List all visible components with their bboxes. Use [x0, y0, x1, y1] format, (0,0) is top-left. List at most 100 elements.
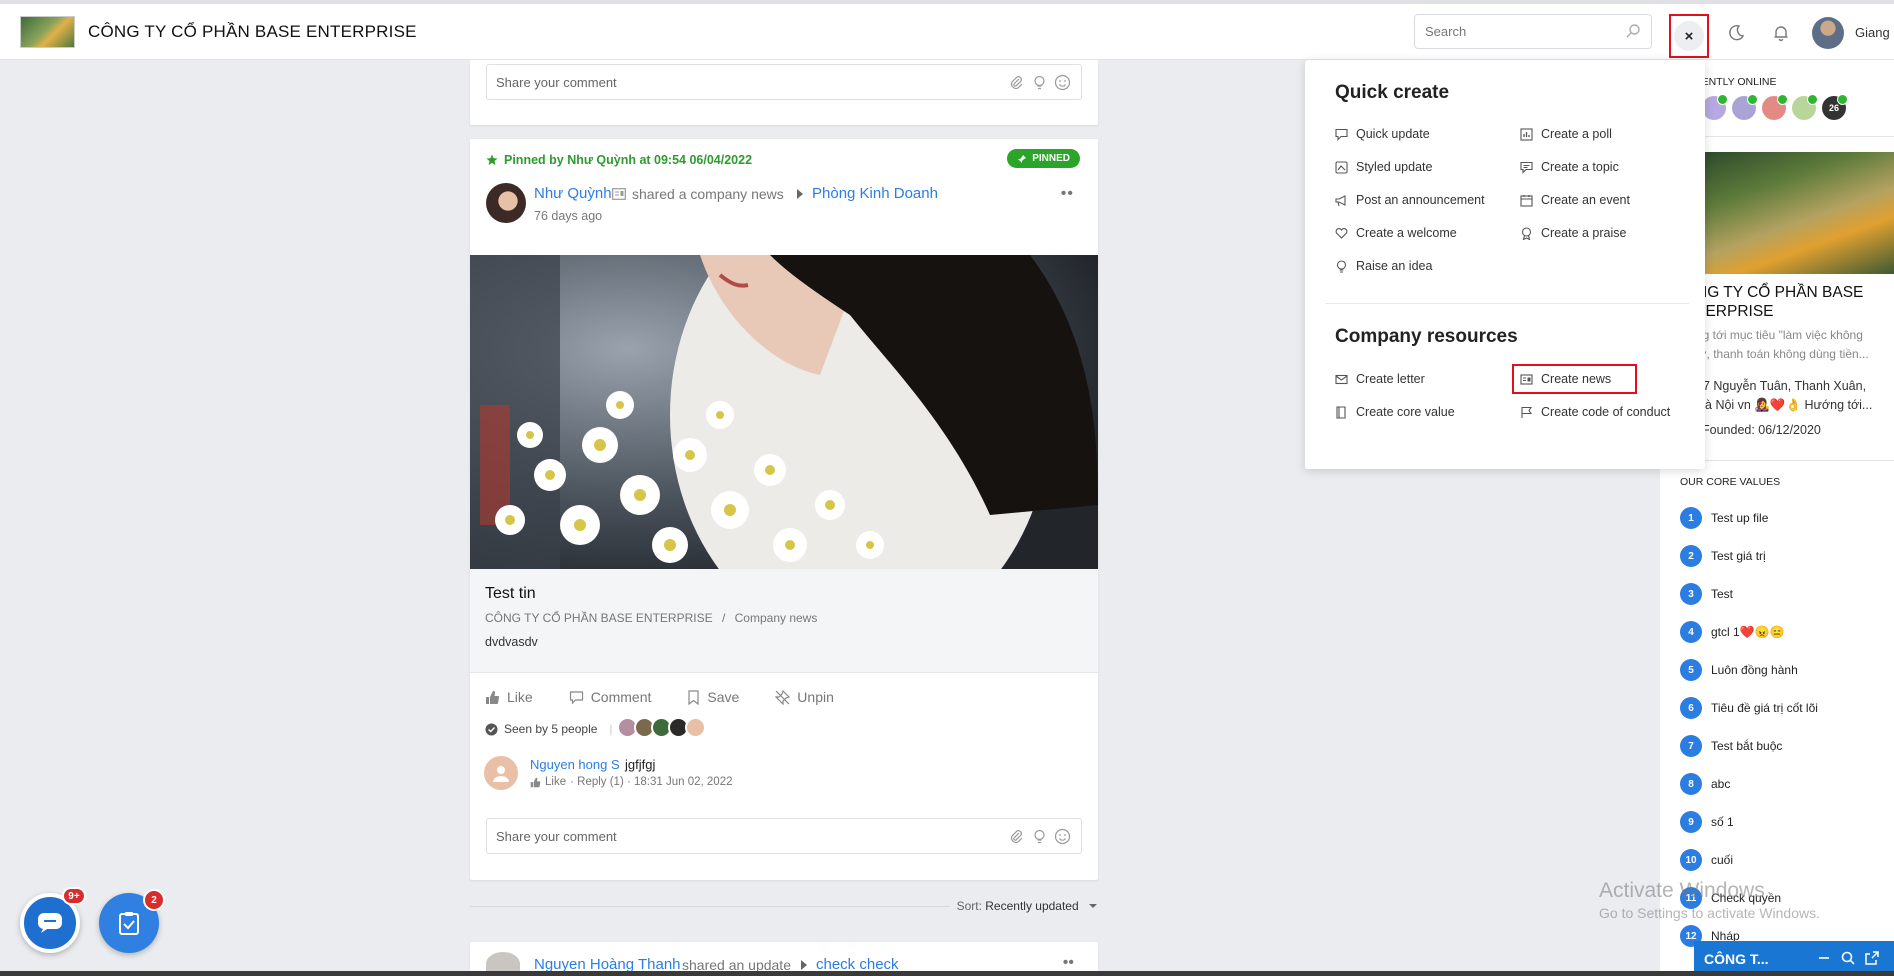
avatar[interactable] — [1732, 94, 1758, 120]
core-value-label: Test — [1711, 587, 1734, 601]
attachment-icon[interactable] — [1008, 828, 1025, 845]
comment-text: jgfjfgj — [625, 757, 656, 772]
comment-like-button[interactable]: Like — [545, 776, 566, 788]
core-value-item[interactable]: 6 Tiêu đề giá trị cốt lõi — [1680, 696, 1818, 720]
tasks-badge: 2 — [143, 889, 165, 911]
comment-input[interactable]: Share your comment — [486, 64, 1082, 100]
like-button[interactable]: Like — [485, 689, 533, 705]
unpin-button[interactable]: Unpin — [775, 689, 834, 705]
post-author[interactable]: Như Quỳnh — [534, 185, 612, 202]
core-value-item[interactable]: 3 Test — [1680, 582, 1733, 606]
quick-update-item[interactable]: Quick update — [1335, 125, 1430, 143]
seen-by[interactable]: Seen by 5 people | — [485, 722, 613, 736]
commenter-avatar[interactable] — [484, 756, 518, 790]
post-action-text: shared a company news — [632, 186, 784, 202]
sort-dropdown[interactable]: Sort: Recently updated — [957, 899, 1098, 913]
post-target-group[interactable]: Phòng Kinh Doanh — [812, 185, 938, 202]
like-label: Like — [507, 689, 533, 705]
avatar[interactable] — [685, 717, 706, 738]
chat-bar-title[interactable]: CÔNG T... — [1704, 951, 1769, 967]
core-value-label: Test bắt buộc — [1711, 739, 1783, 753]
search-icon[interactable] — [1625, 23, 1641, 39]
create-poll-label: Create a poll — [1541, 127, 1612, 141]
clipboard-check-icon — [119, 912, 139, 935]
company-cover-image[interactable] — [1702, 152, 1894, 274]
windows-watermark-subtitle: Go to Settings to activate Windows. — [1599, 905, 1820, 921]
comment-label: Comment — [590, 689, 652, 705]
user-avatar[interactable] — [1812, 17, 1844, 49]
post-more-button[interactable]: •• — [1061, 185, 1074, 203]
emoji-icon[interactable] — [1054, 74, 1071, 91]
core-value-item[interactable]: 4 gtcl 1❤️😠😑 — [1680, 620, 1785, 644]
company-name[interactable]: CÔNG TY CỔ PHẦN BASE ENTERPRISE — [88, 22, 417, 42]
seen-avatars[interactable] — [617, 717, 706, 738]
quick-create-title: Quick create — [1335, 82, 1450, 103]
core-value-item[interactable]: 7 Test bắt buộc — [1680, 734, 1782, 758]
core-value-item[interactable]: 10 cuối — [1680, 848, 1733, 872]
core-value-item[interactable]: 8 abc — [1680, 772, 1730, 796]
divider — [1702, 136, 1894, 137]
news-summary[interactable]: Test tin CÔNG TY CỔ PHẦN BASE ENTERPRISE… — [470, 569, 1098, 673]
styled-update-item[interactable]: Styled update — [1335, 158, 1432, 176]
create-letter-label: Create letter — [1356, 372, 1425, 386]
core-value-number: 10 — [1680, 849, 1702, 871]
star-icon — [486, 154, 498, 165]
idea-icon[interactable] — [1031, 828, 1048, 845]
comment-input[interactable]: Share your comment — [486, 818, 1082, 854]
create-poll-item[interactable]: Create a poll — [1520, 125, 1612, 143]
emoji-icon[interactable] — [1054, 828, 1071, 845]
save-button[interactable]: Save — [687, 689, 739, 705]
idea-icon[interactable] — [1031, 74, 1048, 91]
bell-icon — [1774, 26, 1788, 42]
core-value-number: 3 — [1680, 583, 1702, 605]
search-icon[interactable] — [1840, 950, 1856, 966]
create-letter-item[interactable]: Create letter — [1335, 370, 1425, 388]
comment-button[interactable]: Comment — [569, 689, 652, 705]
avatar[interactable] — [1792, 94, 1818, 120]
post-image[interactable] — [470, 255, 1098, 569]
avatar[interactable] — [1702, 94, 1728, 120]
commenter-name[interactable]: Nguyen hong S — [530, 757, 620, 772]
core-value-item[interactable]: 5 Luôn đồng hành — [1680, 658, 1798, 682]
raise-idea-item[interactable]: Raise an idea — [1335, 257, 1432, 275]
create-praise-item[interactable]: Create a praise — [1520, 224, 1626, 242]
search-input[interactable] — [1415, 15, 1605, 48]
post-announcement-item[interactable]: Post an announcement — [1335, 191, 1485, 209]
online-count[interactable]: 26 — [1822, 94, 1848, 120]
company-logo[interactable] — [20, 16, 75, 48]
megaphone-icon — [1335, 194, 1346, 206]
core-value-item[interactable]: 1 Test up file — [1680, 506, 1768, 530]
lightbulb-icon — [1336, 259, 1347, 273]
dark-mode-toggle[interactable] — [1723, 20, 1749, 46]
top-header: CÔNG TY CỔ PHẦN BASE ENTERPRISE × Giang — [0, 4, 1894, 60]
expand-icon[interactable] — [1864, 950, 1880, 966]
create-core-value-item[interactable]: Create core value — [1335, 403, 1455, 421]
company-name[interactable]: NG TY CỔ PHẦN BASE TERPRISE — [1696, 283, 1894, 321]
search-box[interactable] — [1414, 14, 1652, 49]
notifications-button[interactable] — [1768, 20, 1794, 46]
core-value-item[interactable]: 2 Test giá trị — [1680, 544, 1766, 568]
user-name[interactable]: Giang — [1855, 25, 1890, 40]
core-value-number: 8 — [1680, 773, 1702, 795]
create-event-item[interactable]: Create an event — [1520, 191, 1630, 209]
post-more-button[interactable]: •• — [1063, 954, 1074, 972]
create-code-of-conduct-item[interactable]: Create code of conduct — [1520, 403, 1670, 421]
avatar[interactable] — [1762, 94, 1788, 120]
thumbs-up-icon — [530, 777, 541, 787]
core-value-item[interactable]: 9 số 1 — [1680, 810, 1734, 834]
core-value-number: 9 — [1680, 811, 1702, 833]
post-time[interactable]: 76 days ago — [534, 209, 602, 223]
unpin-icon — [775, 689, 791, 705]
minimize-icon[interactable] — [1816, 950, 1832, 966]
comment-reply-meta[interactable]: · Reply (1) · 18:31 Jun 02, 2022 — [570, 776, 732, 788]
bookmark-icon — [688, 689, 699, 705]
news-title[interactable]: Test tin — [485, 585, 536, 603]
attachment-icon[interactable] — [1008, 74, 1025, 91]
tasks-fab[interactable]: 2 — [99, 889, 165, 953]
create-welcome-item[interactable]: Create a welcome — [1335, 224, 1457, 242]
create-topic-item[interactable]: Create a topic — [1520, 158, 1619, 176]
chat-fab[interactable]: 9+ — [20, 887, 86, 953]
author-avatar[interactable] — [486, 183, 526, 223]
close-quick-create-button[interactable]: × — [1669, 14, 1709, 58]
core-value-number: 5 — [1680, 659, 1702, 681]
